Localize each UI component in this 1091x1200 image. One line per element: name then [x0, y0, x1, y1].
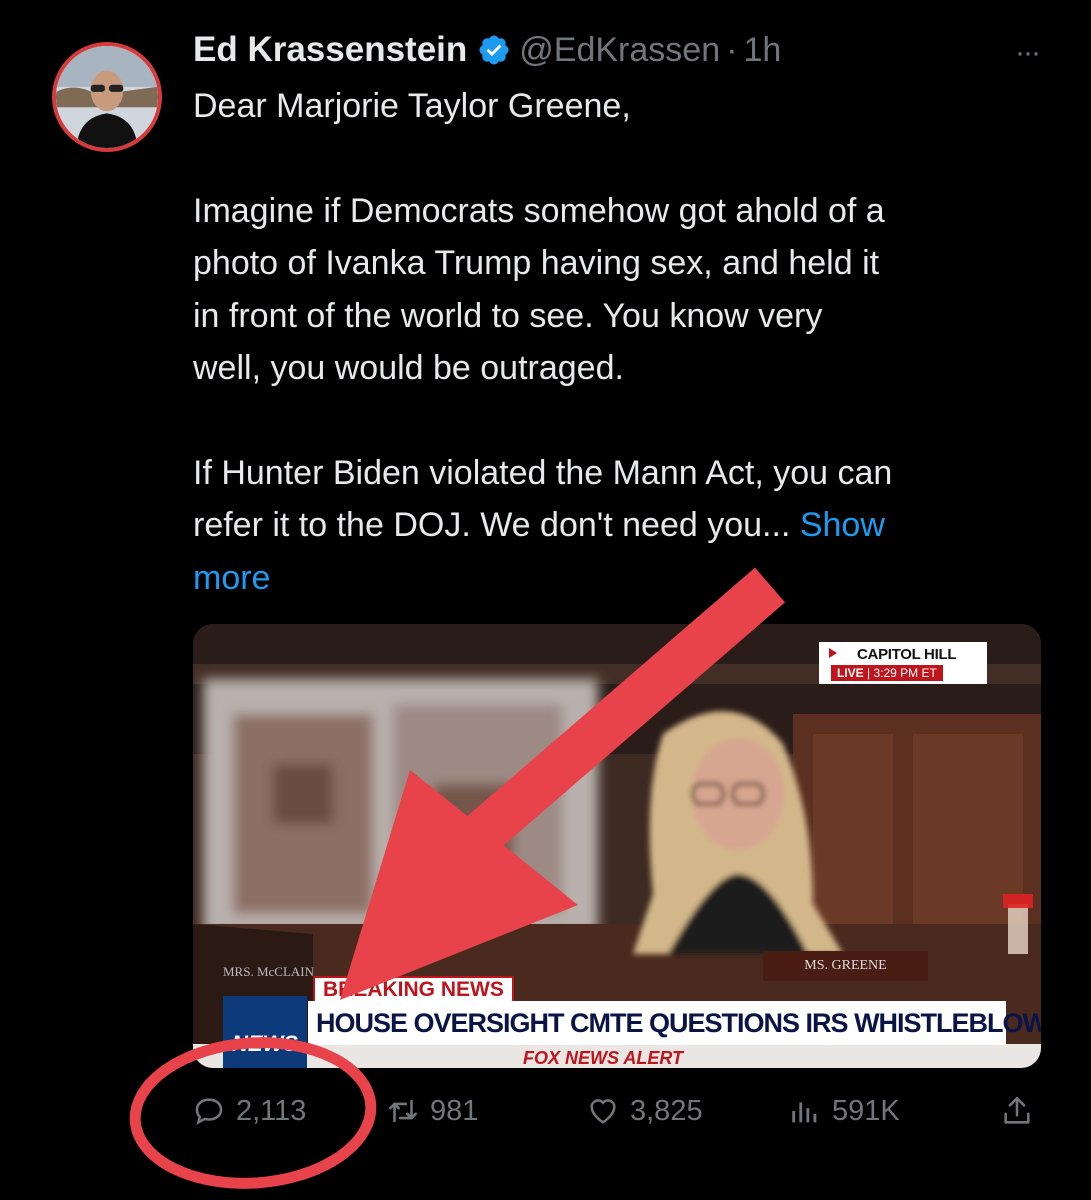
views-icon: [792, 1102, 817, 1123]
text-line: If Hunter Biden violated the Mann Act, y…: [193, 453, 893, 492]
show-more-link-cont[interactable]: more: [193, 559, 270, 597]
like-count: 3,825: [630, 1094, 703, 1127]
retweet-button[interactable]: 981: [386, 1086, 478, 1136]
news-alert: FOX NEWS ALERT: [523, 1048, 684, 1068]
text-line: Imagine if Democrats somehow got ahold o…: [193, 191, 885, 230]
reply-icon: [195, 1098, 223, 1125]
text-line: well, you would be outraged.: [193, 349, 624, 388]
live-badge: LIVE | 3:29 PM ET: [831, 665, 943, 681]
text-line: more: [193, 552, 1053, 604]
more-icon[interactable]: ···: [1015, 36, 1041, 70]
avatar[interactable]: [52, 42, 162, 152]
heart-icon: [590, 1099, 616, 1124]
tweet-media-video[interactable]: CAPITOL HILL LIVE | 3:29 PM ET MRS. McCL…: [193, 624, 1041, 1068]
tweet-header: Ed Krassenstein @EdKrassen · 1h: [193, 28, 781, 72]
news-word: NEWS: [440, 978, 504, 1001]
breaking-news-label: BREAKING NEWS: [313, 976, 514, 1004]
action-bar: 2,113 981 3,825 591K: [0, 1086, 1091, 1136]
breaking-word: BREAKING: [323, 978, 436, 1001]
text-line: in front of the world to see. You know v…: [193, 296, 823, 335]
retweet-count: 981: [430, 1094, 479, 1127]
nameplate-left: MRS. McCLAIN: [223, 964, 315, 979]
like-button[interactable]: 3,825: [586, 1086, 703, 1136]
nameplate-right: MS. GREENE: [763, 951, 928, 981]
news-logo: NEWS: [223, 996, 307, 1068]
share-button[interactable]: [1000, 1086, 1044, 1136]
show-more-link[interactable]: Show: [800, 506, 885, 544]
location-banner: CAPITOL HILL LIVE | 3:29 PM ET: [819, 642, 987, 684]
retweet-icon: [388, 1099, 418, 1123]
text-line: Dear Marjorie Taylor Greene,: [193, 87, 631, 125]
tweet-time[interactable]: 1h: [743, 31, 781, 70]
news-headline: HOUSE OVERSIGHT CMTE QUESTIONS IRS WHIST…: [308, 1001, 1041, 1045]
reply-count: 2,113: [236, 1094, 307, 1127]
views-count: 591K: [832, 1094, 900, 1127]
share-icon: [1004, 1096, 1030, 1124]
author-name[interactable]: Ed Krassenstein: [193, 30, 467, 70]
live-label: LIVE: [837, 666, 864, 680]
separator-dot: ·: [726, 30, 738, 69]
live-time: | 3:29 PM ET: [867, 666, 937, 680]
verified-badge-icon: [479, 35, 509, 65]
text-line-last: refer it to the DOJ. We don't need you..…: [193, 499, 1053, 551]
views-button[interactable]: 591K: [788, 1086, 900, 1136]
reply-button[interactable]: 2,113: [192, 1086, 306, 1136]
tweet-text: Dear Marjorie Taylor Greene, Imagine if …: [193, 80, 1053, 604]
play-triangle-icon: [829, 648, 837, 658]
text-line: photo of Ivanka Trump having sex, and he…: [193, 244, 880, 283]
location-label: CAPITOL HILL: [857, 646, 957, 663]
text-fragment: refer it to the DOJ. We don't need you..…: [193, 506, 791, 545]
author-handle[interactable]: @EdKrassen: [519, 31, 720, 70]
